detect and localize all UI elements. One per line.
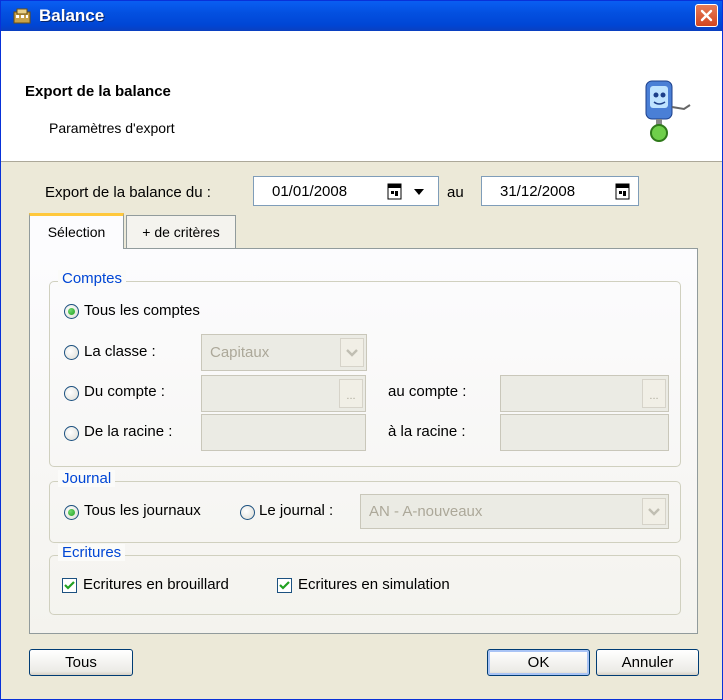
balance-dialog: Balance Export de la balance Paramètres … — [0, 0, 723, 700]
title-bar[interactable]: Balance — [1, 1, 722, 31]
date-from-field[interactable]: 01/01/2008 — [253, 176, 439, 206]
one-journal-radio[interactable] — [240, 505, 255, 520]
all-accounts-label: Tous les comptes — [84, 302, 200, 319]
comptes-legend: Comptes — [58, 270, 127, 287]
date-to-value: 31/12/2008 — [500, 183, 576, 200]
ok-button[interactable]: OK — [487, 649, 590, 676]
to-account-field[interactable]: ... — [500, 375, 669, 412]
close-button[interactable] — [695, 4, 718, 27]
from-account-field[interactable]: ... — [201, 375, 366, 412]
radio-selected-dot — [68, 509, 75, 516]
ecritures-legend: Ecritures — [58, 544, 126, 561]
selection-panel: Comptes Tous les comptes La classe : Cap… — [29, 248, 698, 634]
close-icon — [700, 9, 713, 22]
calendar-icon[interactable] — [614, 181, 632, 201]
date-to-field[interactable]: 31/12/2008 — [481, 176, 639, 206]
all-journals-label: Tous les journaux — [84, 502, 201, 519]
root-to-label: à la racine : — [388, 423, 466, 440]
journal-select-value: AN - A-nouveaux — [369, 503, 483, 520]
checkmark-icon — [64, 581, 75, 590]
to-account-label: au compte : — [388, 383, 467, 400]
window-title: Balance — [39, 6, 105, 25]
header-subtitle: Paramètres d'export — [49, 120, 175, 136]
simulation-entries-label: Ecritures en simulation — [298, 576, 450, 593]
calendar-icon[interactable] — [386, 181, 404, 201]
export-from-label: Export de la balance du : — [45, 184, 211, 201]
from-account-radio[interactable] — [64, 386, 79, 401]
journal-group: Journal Tous les journaux Le journal : A… — [49, 470, 681, 543]
root-from-field[interactable] — [201, 414, 366, 451]
export-to-label: au — [447, 184, 464, 201]
checkmark-icon — [279, 581, 290, 590]
journal-select-arrow[interactable] — [642, 498, 666, 525]
ecritures-group: Ecritures Ecritures en brouillard Ecritu… — [49, 544, 681, 615]
to-account-browse-button[interactable]: ... — [642, 379, 666, 408]
journal-legend: Journal — [58, 470, 116, 487]
date-from-value: 01/01/2008 — [272, 183, 348, 200]
chevron-down-icon — [648, 508, 660, 516]
journal-select[interactable]: AN - A-nouveaux — [360, 494, 669, 529]
one-journal-label: Le journal : — [259, 502, 334, 519]
all-accounts-radio[interactable] — [64, 304, 79, 319]
tab-more-criteria[interactable]: + de critères — [126, 215, 236, 249]
class-select[interactable]: Capitaux — [201, 334, 367, 371]
balance-app-icon — [13, 8, 31, 24]
root-to-field[interactable] — [500, 414, 669, 451]
chevron-down-icon — [346, 349, 358, 357]
assistant-mascot-icon — [645, 80, 691, 142]
root-radio[interactable] — [64, 426, 79, 441]
simulation-entries-checkbox[interactable] — [277, 578, 292, 593]
class-select-value: Capitaux — [210, 344, 270, 361]
all-journals-radio[interactable] — [64, 505, 79, 520]
draft-entries-checkbox[interactable] — [62, 578, 77, 593]
header-title: Export de la balance — [25, 83, 171, 100]
class-radio[interactable] — [64, 345, 79, 360]
chevron-down-icon[interactable] — [410, 180, 428, 202]
cancel-button[interactable]: Annuler — [596, 649, 699, 676]
root-from-label: De la racine : — [84, 423, 173, 440]
draft-entries-label: Ecritures en brouillard — [83, 576, 229, 593]
from-account-label: Du compte : — [84, 383, 165, 400]
tab-selection[interactable]: Sélection — [29, 213, 124, 249]
class-select-arrow[interactable] — [340, 338, 364, 367]
select-all-button[interactable]: Tous — [29, 649, 133, 676]
radio-selected-dot — [68, 308, 75, 315]
comptes-group: Comptes Tous les comptes La classe : Cap… — [49, 270, 681, 467]
class-label: La classe : — [84, 343, 156, 360]
from-account-browse-button[interactable]: ... — [339, 379, 363, 408]
dialog-header: Export de la balance Paramètres d'export — [1, 31, 722, 162]
